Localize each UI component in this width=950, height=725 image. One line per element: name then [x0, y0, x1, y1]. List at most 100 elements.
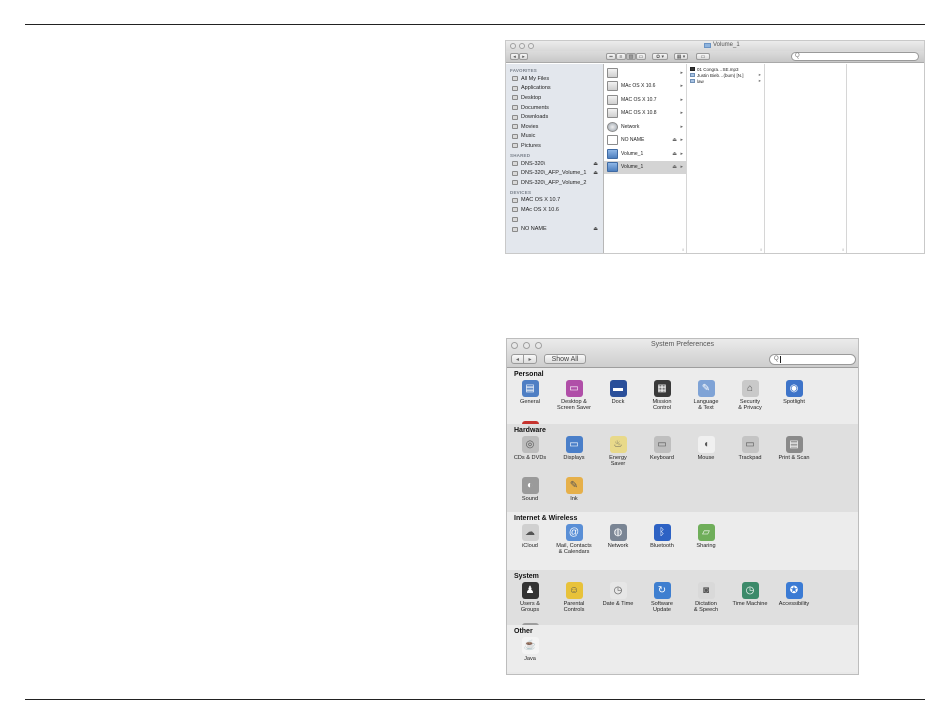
network-icon: [607, 121, 618, 132]
pane-label: Sound: [521, 496, 539, 502]
column-resize-handle[interactable]: ‖: [760, 247, 762, 252]
action-button[interactable]: ✿ ▾: [652, 53, 668, 60]
pane-label: Java: [524, 656, 536, 662]
list-item[interactable]: ▸: [604, 66, 686, 80]
list-item[interactable]: NO NAME ⏏ ▸: [604, 134, 686, 148]
bottom-rule: [25, 699, 925, 700]
eject-icon[interactable]: ⏏: [672, 151, 677, 157]
pref-pane-language[interactable]: ✎ Language & Text: [684, 379, 728, 420]
sidebar-item-movies[interactable]: Movies: [506, 122, 603, 132]
time-machine-icon: ◷: [741, 582, 759, 599]
pref-pane-sharing[interactable]: ▱ Sharing: [684, 523, 728, 564]
ink-icon: ✎: [565, 477, 583, 494]
pref-pane-time-machine[interactable]: ◷ Time Machine: [728, 581, 772, 622]
pref-pane-network[interactable]: ◍ Network: [596, 523, 640, 564]
eject-icon[interactable]: ⏏: [672, 164, 677, 170]
pref-pane-desktop[interactable]: ▭ Desktop & Screen Saver: [552, 379, 596, 420]
pref-pane-ink[interactable]: ✎ Ink: [552, 476, 596, 517]
pref-pane-mouse[interactable]: ◖ Mouse: [684, 435, 728, 476]
share-button[interactable]: ▭: [696, 53, 710, 60]
column-resize-handle[interactable]: ‖: [682, 247, 684, 252]
pref-pane-software-update[interactable]: ↻ Software Update: [640, 581, 684, 622]
sidebar-item-device-2[interactable]: MAc OS X 10.6: [506, 205, 603, 215]
pref-pane-sound[interactable]: ◐ Sound: [508, 476, 552, 517]
pref-pane-clock[interactable]: ◷ Date & Time: [596, 581, 640, 622]
pref-pane-mission-control[interactable]: ▦ Mission Control: [640, 379, 684, 420]
pref-pane-dictation[interactable]: ◙ Dictation & Speech: [684, 581, 728, 622]
list-item[interactable]: MAC OS X 10.7 ▸: [604, 93, 686, 107]
zoom-icon[interactable]: [528, 43, 534, 49]
sysprefs-search-input[interactable]: Q: [769, 354, 856, 365]
pref-pane-general[interactable]: ▤ General: [508, 379, 552, 420]
sidebar-item-all-my-files[interactable]: All My Files: [506, 74, 603, 84]
pref-pane-spotlight[interactable]: ◉ Spotlight: [772, 379, 816, 420]
sidebar-item-shared-3[interactable]: DNS-320\_AFP_Volume_2: [506, 178, 603, 188]
coverflow-view-button[interactable]: ▭: [636, 53, 646, 60]
pane-label: Time Machine: [732, 601, 768, 607]
list-view-button[interactable]: ≡: [616, 53, 626, 60]
forward-button[interactable]: ▸: [519, 53, 528, 60]
pref-pane-security[interactable]: ⌂ Security & Privacy: [728, 379, 772, 420]
pane-label: Mouse: [697, 455, 715, 461]
pane-label: Sharing: [696, 543, 716, 549]
sysprefs-titlebar: System Preferences: [507, 339, 858, 351]
clock-icon: ◷: [609, 582, 627, 599]
pane-label: Print & Scan: [778, 455, 810, 461]
pref-pane-accessibility[interactable]: ✪ Accessibility: [772, 581, 816, 622]
eject-icon[interactable]: ⏏: [593, 226, 598, 232]
top-rule: [25, 24, 925, 25]
minimize-icon[interactable]: [519, 43, 525, 49]
pref-pane-energy[interactable]: ♨ Energy Saver: [596, 435, 640, 476]
eject-icon[interactable]: ⏏: [593, 170, 598, 176]
general-icon: ▤: [521, 380, 539, 397]
folder-icon: [690, 73, 695, 77]
list-item[interactable]: MAc OS X 10.6 ▸: [604, 80, 686, 94]
sidebar-item-applications[interactable]: Applications: [506, 84, 603, 94]
pref-pane-java[interactable]: ☕ Java: [508, 636, 552, 674]
column-view-button[interactable]: ▥: [626, 53, 636, 60]
list-item-selected[interactable]: Volume_1 ⏏ ▸: [604, 160, 686, 174]
icon-view-button[interactable]: ▪▪: [606, 53, 616, 60]
pref-pane-icloud[interactable]: ☁ iCloud: [508, 523, 552, 564]
pane-label: Spotlight: [783, 399, 805, 405]
pref-pane-parental[interactable]: ☺ Parental Controls: [552, 581, 596, 622]
sidebar-item-shared-1[interactable]: DNS-320\ ⏏: [506, 159, 603, 169]
finder-title: Volume_1: [704, 42, 740, 48]
sidebar-item-shared-2[interactable]: DNS-320\_AFP_Volume_1 ⏏: [506, 168, 603, 178]
sidebar-item-documents[interactable]: Documents: [506, 103, 603, 113]
pref-pane-dock[interactable]: ▬ Dock: [596, 379, 640, 420]
sidebar-item-music[interactable]: Music: [506, 132, 603, 142]
pane-label: Displays: [563, 455, 585, 461]
sidebar-item-pictures[interactable]: Pictures: [506, 141, 603, 151]
sidebar-item-device-1[interactable]: MAC OS X 10.7: [506, 196, 603, 206]
close-icon[interactable]: [510, 43, 516, 49]
pref-pane-cd[interactable]: ◎ CDs & DVDs: [508, 435, 552, 476]
pref-pane-displays[interactable]: ▭ Displays: [552, 435, 596, 476]
sidebar-item-device-3[interactable]: [506, 215, 603, 225]
sidebar-item-desktop[interactable]: Desktop: [506, 93, 603, 103]
disk-icon: [607, 135, 618, 146]
pref-pane-users[interactable]: ♟ Users & Groups: [508, 581, 552, 622]
back-button[interactable]: ◂: [510, 53, 519, 60]
arrange-button[interactable]: ▦ ▾: [674, 53, 688, 60]
list-item[interactable]: MAC OS X 10.8 ▸: [604, 107, 686, 121]
back-button[interactable]: ◂: [511, 354, 524, 364]
pref-pane-bluetooth[interactable]: ᛒ Bluetooth: [640, 523, 684, 564]
pref-pane-mail[interactable]: @ Mail, Contacts & Calendars: [552, 523, 596, 564]
finder-search-input[interactable]: Q: [791, 52, 919, 61]
pref-pane-printer[interactable]: ▤ Print & Scan: [772, 435, 816, 476]
pref-pane-keyboard[interactable]: ▭ Keyboard: [640, 435, 684, 476]
eject-icon[interactable]: ⏏: [672, 137, 677, 143]
list-item[interactable]: Volume_1 ⏏ ▸: [604, 147, 686, 161]
eject-icon[interactable]: ⏏: [593, 161, 598, 167]
list-item[interactable]: Network ▸: [604, 120, 686, 134]
forward-button[interactable]: ▸: [524, 354, 537, 364]
pref-pane-trackpad[interactable]: ▭ Trackpad: [728, 435, 772, 476]
sidebar-item-downloads[interactable]: Downloads: [506, 112, 603, 122]
sidebar-item-device-4[interactable]: NO NAME ⏏: [506, 224, 603, 234]
list-item[interactable]: law ▸: [687, 78, 764, 84]
show-all-button[interactable]: Show All: [544, 354, 586, 364]
column-resize-handle[interactable]: ‖: [842, 247, 844, 252]
music-icon: [512, 133, 518, 139]
pane-label: General: [520, 399, 540, 405]
